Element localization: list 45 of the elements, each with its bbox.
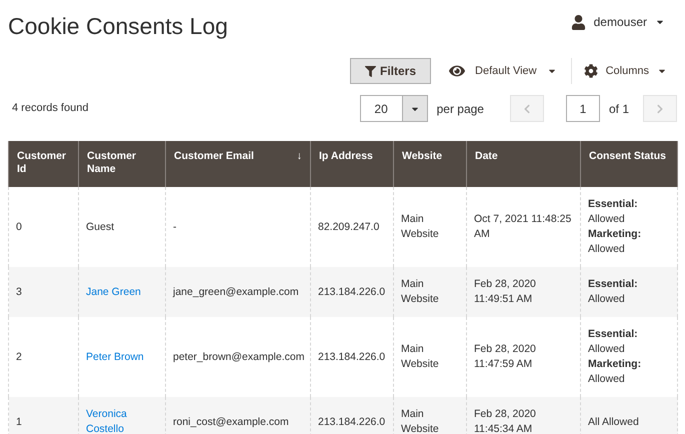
page-total: of 1: [608, 100, 629, 118]
eye-icon: [449, 63, 466, 79]
next-page-button[interactable]: [643, 95, 677, 122]
table-cell: roni_cost@example.com: [166, 397, 310, 434]
columns-menu[interactable]: Columns: [572, 62, 667, 80]
page-input[interactable]: 1: [566, 95, 600, 122]
records-count: 4 records found: [12, 101, 88, 116]
consent-value: Allowed: [588, 212, 626, 227]
view-menu[interactable]: Default View: [449, 58, 572, 84]
consent-label: Marketing:: [588, 357, 642, 372]
table-cell: Main Website: [394, 397, 466, 434]
filters-button[interactable]: Filters: [350, 58, 432, 84]
column-header[interactable]: Customer Id: [8, 141, 78, 187]
consent-value: Allowed: [588, 372, 626, 387]
column-header[interactable]: Website: [394, 141, 466, 187]
table-cell: 1: [8, 397, 78, 434]
column-header[interactable]: Ip Address: [310, 141, 394, 187]
column-header[interactable]: Customer Name: [78, 141, 166, 187]
consent-label: Marketing:: [588, 227, 642, 242]
page-title: Cookie Consents Log: [8, 12, 228, 40]
column-header[interactable]: Customer Email ↓: [166, 141, 310, 187]
customer-link[interactable]: Jane Green: [86, 284, 158, 300]
table-cell: Feb 28, 2020 11:45:34 AM: [466, 397, 580, 434]
consent-value: Allowed: [588, 292, 626, 307]
consent-label: Essential:: [588, 197, 639, 212]
filter-icon: [365, 66, 376, 76]
table-cell: 213.184.226.0: [310, 397, 394, 434]
user-menu[interactable]: demouser: [570, 13, 665, 31]
consent-value: All Allowed: [588, 414, 640, 430]
user-icon: [570, 14, 586, 30]
chevron-right-icon: [655, 104, 665, 114]
previous-page-button[interactable]: [510, 95, 544, 122]
consent-label: Essential:: [588, 277, 639, 292]
per-page-select[interactable]: 20: [360, 95, 428, 122]
column-header[interactable]: Date: [466, 141, 580, 187]
consent-value: Allowed: [588, 342, 626, 357]
column-header[interactable]: Consent Status: [580, 141, 678, 187]
gear-icon: [584, 64, 598, 78]
chevron-left-icon: [522, 104, 532, 114]
table-cell-text: Guest: [86, 220, 116, 234]
consent-value: Allowed: [588, 242, 626, 257]
customer-link[interactable]: Peter Brown: [86, 350, 158, 364]
consent-label: Essential:: [588, 327, 639, 342]
customer-link[interactable]: Veronica Costello: [86, 407, 158, 434]
per-page-label: per page: [436, 100, 484, 118]
